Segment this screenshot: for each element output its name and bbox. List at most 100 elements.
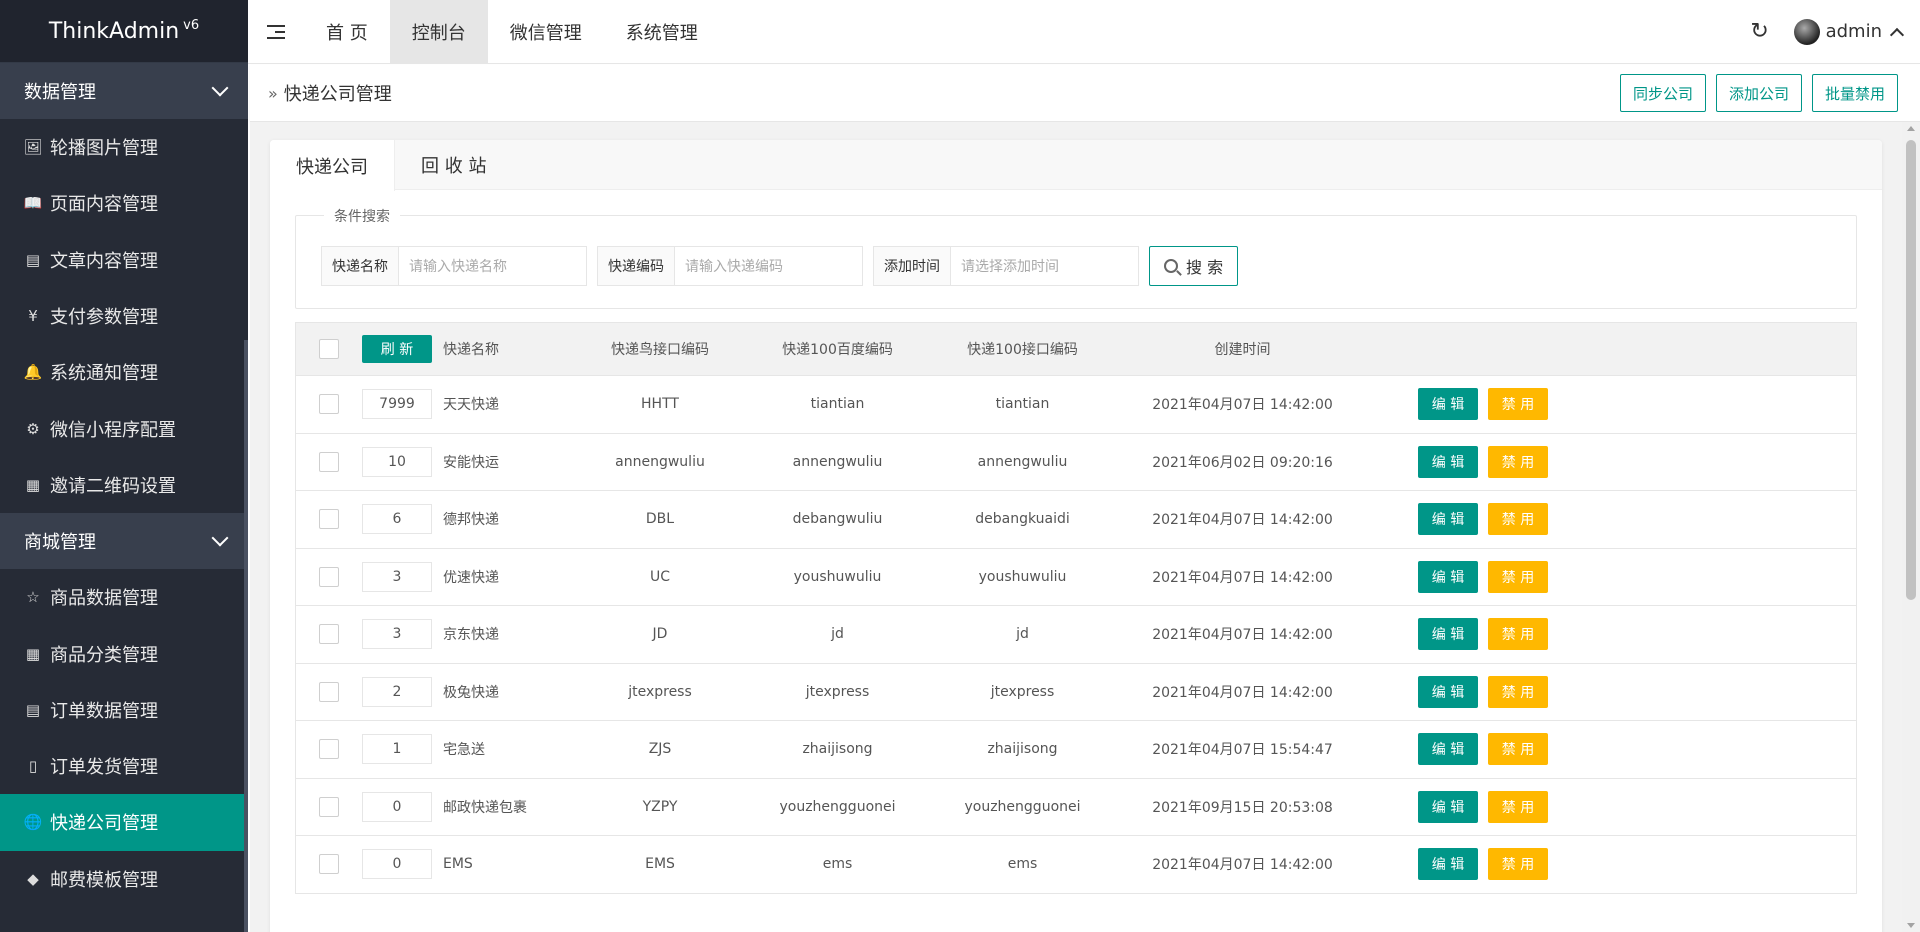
sidebar-item-express[interactable]: 🌐 快递公司管理 xyxy=(0,794,248,851)
top-nav-wechat[interactable]: 微信管理 xyxy=(488,0,604,64)
sidebar-group-data[interactable]: 数据管理 xyxy=(0,63,248,119)
edit-button[interactable]: 编 辑 xyxy=(1418,388,1478,421)
sort-input[interactable]: 3 xyxy=(362,561,432,592)
sort-input[interactable]: 3 xyxy=(362,619,432,650)
edit-button[interactable]: 编 辑 xyxy=(1418,848,1478,881)
row-checkbox[interactable] xyxy=(319,739,339,760)
search-input-time[interactable]: 请选择添加时间 xyxy=(951,246,1139,286)
cell-k100-code: zhaijisong xyxy=(987,741,1058,758)
edit-button[interactable]: 编 辑 xyxy=(1418,618,1478,651)
edit-button[interactable]: 编 辑 xyxy=(1418,560,1478,593)
image-icon: 🖼 xyxy=(23,138,43,157)
sidebar-item-banner[interactable]: 🖼 轮播图片管理 xyxy=(0,119,248,175)
app-logo[interactable]: ThinkAdmin v6 xyxy=(0,0,248,63)
sort-input[interactable]: 6 xyxy=(362,504,432,535)
sidebar-item-notice[interactable]: 🔔 系统通知管理 xyxy=(0,344,248,400)
sidebar-scrollbar[interactable] xyxy=(244,340,248,932)
row-checkbox[interactable] xyxy=(319,681,339,702)
page-scrollbar[interactable] xyxy=(1902,122,1920,932)
edit-button[interactable]: 编 辑 xyxy=(1418,503,1478,536)
tabs: 快递公司 回 收 站 xyxy=(270,140,1882,191)
express-table: 刷 新 快递名称 快递鸟接口编码 快递100百度编码 快递100接口编码 创建时… xyxy=(295,322,1857,894)
sidebar-item-label: 订单数据管理 xyxy=(50,700,158,722)
row-checkbox[interactable] xyxy=(319,566,339,587)
tab-recycle[interactable]: 回 收 站 xyxy=(395,140,512,190)
columns-icon: ▯ xyxy=(28,757,38,776)
row-checkbox[interactable] xyxy=(319,509,339,530)
cell-kdn-code: jtexpress xyxy=(628,683,692,700)
row-checkbox[interactable] xyxy=(319,624,339,645)
yen-icon: ¥ xyxy=(28,307,38,326)
search-input-code[interactable]: 请输入快递编码 xyxy=(675,246,863,286)
disable-button[interactable]: 禁 用 xyxy=(1488,733,1548,766)
cell-created-time: 2021年06月02日 09:20:16 xyxy=(1152,454,1333,471)
sort-input[interactable]: 1 xyxy=(362,734,432,765)
app-version: v6 xyxy=(183,17,200,33)
batch-disable-button[interactable]: 批量禁用 xyxy=(1811,74,1898,112)
cell-created-time: 2021年04月07日 14:42:00 xyxy=(1152,397,1333,414)
table-row: 2 极兔快递 jtexpress jtexpress jtexpress 2021年04月… xyxy=(296,662,1856,721)
sort-input[interactable]: 0 xyxy=(362,791,432,822)
disable-button[interactable]: 禁 用 xyxy=(1488,848,1548,881)
sidebar-item-shipping[interactable]: ▯ 订单发货管理 xyxy=(0,738,248,794)
sidebar-item-qrcode[interactable]: ▦ 邀请二维码设置 xyxy=(0,457,248,513)
refresh-sort-button[interactable]: 刷 新 xyxy=(362,335,432,363)
row-checkbox[interactable] xyxy=(319,394,339,415)
sort-input[interactable]: 10 xyxy=(362,446,432,477)
row-checkbox[interactable] xyxy=(319,854,339,875)
refresh-icon[interactable]: ↻ xyxy=(1734,19,1786,44)
disable-button[interactable]: 禁 用 xyxy=(1488,560,1548,593)
scroll-down-icon[interactable] xyxy=(1907,923,1915,928)
avatar xyxy=(1793,18,1820,45)
sidebar-item-miniapp[interactable]: ⚙ 微信小程序配置 xyxy=(0,400,248,456)
user-menu[interactable]: admin xyxy=(1793,18,1905,45)
row-checkbox[interactable] xyxy=(319,451,339,472)
edit-button[interactable]: 编 辑 xyxy=(1418,445,1478,478)
top-nav-console[interactable]: 控制台 xyxy=(389,0,488,64)
search-button[interactable]: 搜 索 xyxy=(1149,246,1239,286)
disable-button[interactable]: 禁 用 xyxy=(1488,445,1548,478)
sort-input[interactable]: 7999 xyxy=(362,389,432,420)
calendar-icon: ▦ xyxy=(25,644,41,663)
sidebar-item-postage[interactable]: ◆ 邮费模板管理 xyxy=(0,851,248,907)
sort-input[interactable]: 2 xyxy=(362,676,432,707)
sidebar-item-goods[interactable]: ☆ 商品数据管理 xyxy=(0,569,248,625)
content-area: 快递公司 回 收 站 条件搜索 快递名称 请输入快递名称 快递编码 请输入快递编… xyxy=(250,122,1902,932)
top-nav-system[interactable]: 系统管理 xyxy=(604,0,720,64)
tab-express[interactable]: 快递公司 xyxy=(270,140,395,191)
sidebar-item-label: 支付参数管理 xyxy=(50,307,158,329)
cell-kdn-code: JD xyxy=(652,626,668,643)
sync-company-button[interactable]: 同步公司 xyxy=(1619,74,1706,112)
globe-icon: 🌐 xyxy=(23,813,43,832)
sidebar-item-payment[interactable]: ¥ 支付参数管理 xyxy=(0,288,248,344)
disable-button[interactable]: 禁 用 xyxy=(1488,790,1548,823)
sidebar-item-page[interactable]: 📖 页面内容管理 xyxy=(0,175,248,231)
scrollbar-thumb[interactable] xyxy=(1906,140,1916,600)
disable-button[interactable]: 禁 用 xyxy=(1488,388,1548,421)
top-nav-home[interactable]: 首 页 xyxy=(304,0,390,64)
scroll-up-icon[interactable] xyxy=(1907,126,1915,131)
select-all-checkbox[interactable] xyxy=(319,339,339,359)
menu-toggle-icon[interactable] xyxy=(248,0,304,64)
sidebar-item-article[interactable]: ▤ 文章内容管理 xyxy=(0,232,248,288)
cell-baidu-code: youshuwuliu xyxy=(793,568,882,585)
disable-button[interactable]: 禁 用 xyxy=(1488,503,1548,536)
col-header-k100: 快递100接口编码 xyxy=(967,342,1078,358)
row-checkbox[interactable] xyxy=(319,796,339,817)
sidebar-item-category[interactable]: ▦ 商品分类管理 xyxy=(0,625,248,681)
sidebar-item-order[interactable]: ▤ 订单数据管理 xyxy=(0,682,248,738)
col-header-time: 创建时间 xyxy=(1214,342,1271,358)
table-row: 7999 天天快递 HHTT tiantian tiantian 2021年04月07日 … xyxy=(296,375,1856,433)
edit-button[interactable]: 编 辑 xyxy=(1418,675,1478,708)
disable-button[interactable]: 禁 用 xyxy=(1488,675,1548,708)
sidebar-group-shop[interactable]: 商城管理 xyxy=(0,513,248,570)
chevron-up-icon xyxy=(1889,27,1905,42)
table-row: 0 邮政快递包裹 YZPY youzhengguonei youzhengguonei 2… xyxy=(296,777,1856,836)
search-input-name[interactable]: 请输入快递名称 xyxy=(399,246,587,286)
edit-button[interactable]: 编 辑 xyxy=(1418,790,1478,823)
disable-button[interactable]: 禁 用 xyxy=(1488,618,1548,651)
sort-input[interactable]: 0 xyxy=(362,849,432,880)
add-company-button[interactable]: 添加公司 xyxy=(1715,74,1802,112)
cell-k100-code: tiantian xyxy=(995,396,1050,413)
edit-button[interactable]: 编 辑 xyxy=(1418,733,1478,766)
